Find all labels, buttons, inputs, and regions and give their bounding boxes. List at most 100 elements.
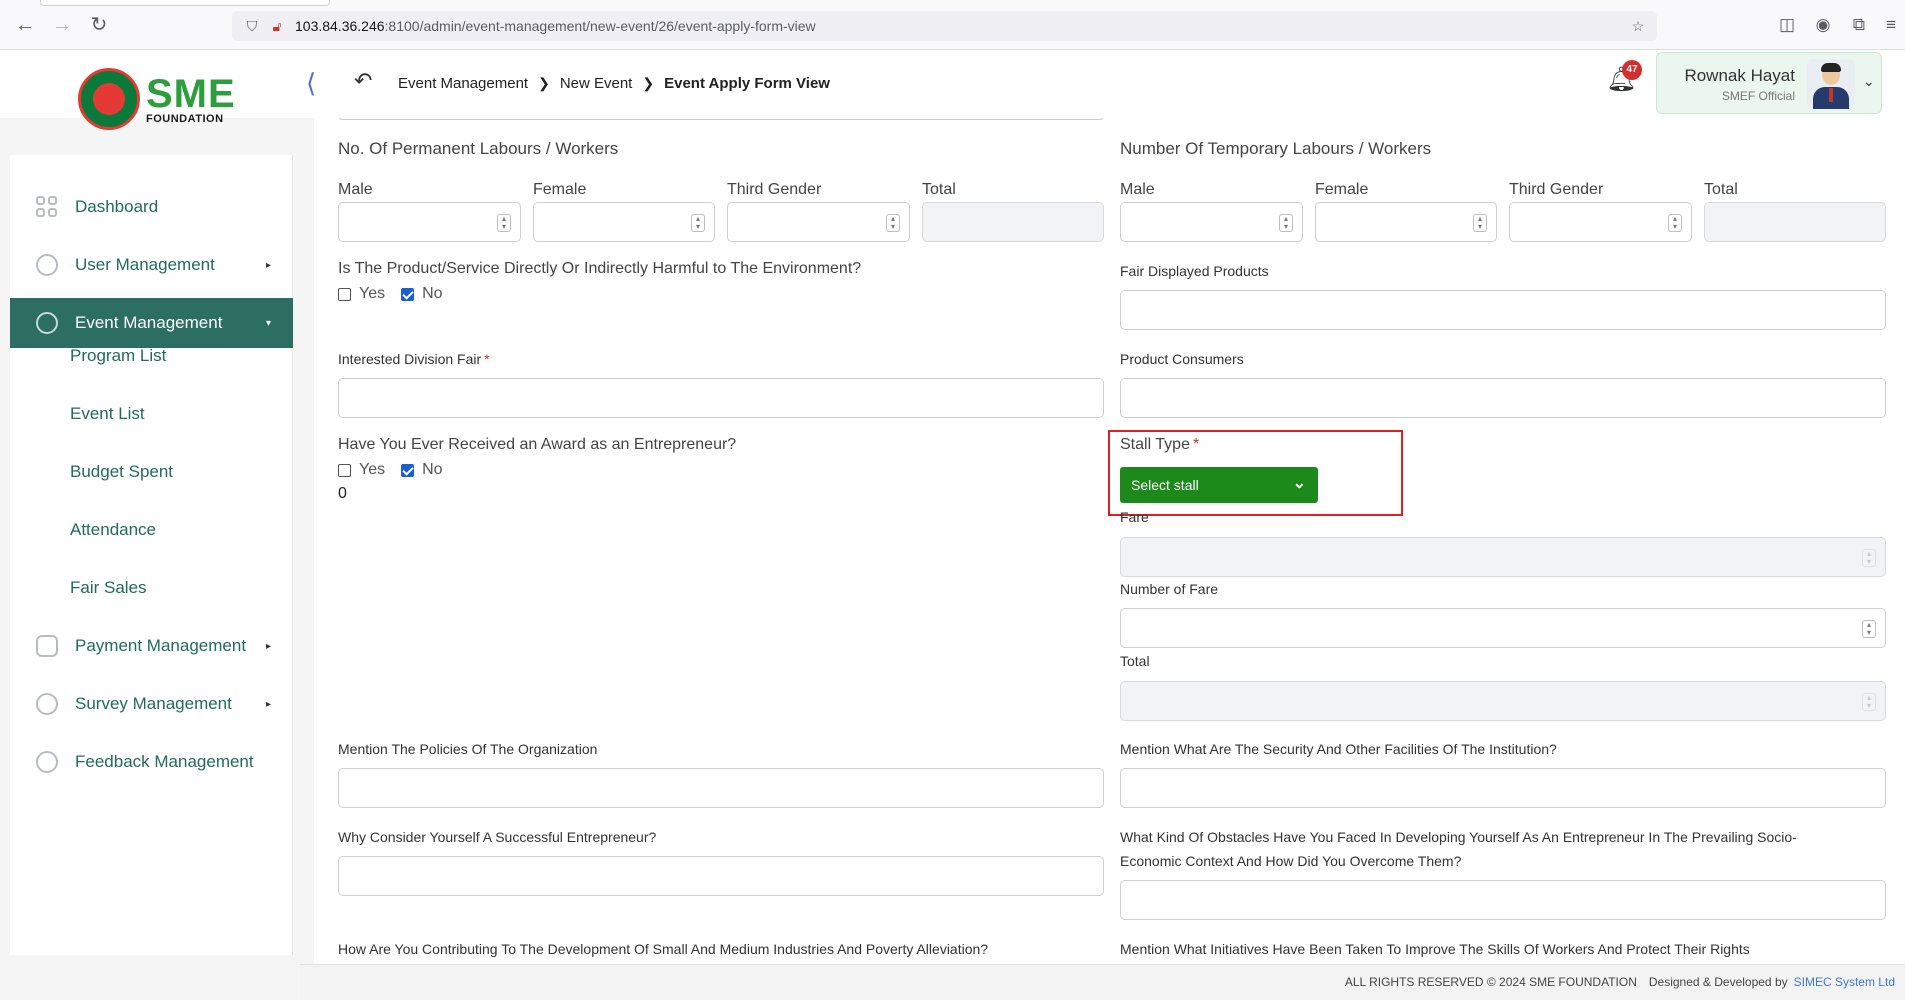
forward-arrow-icon[interactable]: → xyxy=(51,14,73,36)
number-spinner-icon[interactable]: ▴ ▾ xyxy=(1279,214,1293,232)
event-lock-icon xyxy=(36,312,58,334)
menu-icon[interactable]: ≡ xyxy=(1880,14,1902,36)
perm-female-label: Female xyxy=(533,181,587,198)
fair-displayed-products-label: Fair Displayed Products xyxy=(1120,263,1269,279)
chevron-down-icon[interactable]: ⌄ xyxy=(1863,73,1875,90)
sidebar-item-dashboard[interactable]: Dashboard xyxy=(10,182,293,232)
harmful-options: Yes No xyxy=(338,285,459,303)
pie-chart-icon xyxy=(36,693,58,715)
sidebar-subitem-attendance[interactable]: Attendance xyxy=(70,520,156,540)
policies-input[interactable] xyxy=(338,768,1104,808)
back-arrow-icon[interactable]: ← xyxy=(14,14,36,36)
chevron-right-icon: ❯ xyxy=(538,75,550,91)
harmful-yes-checkbox[interactable] xyxy=(338,287,351,301)
number-spinner-icon[interactable]: ▴ ▾ xyxy=(691,214,705,232)
harmful-no-checkbox[interactable] xyxy=(401,287,415,301)
sme-logo[interactable]: SME xyxy=(146,72,236,116)
interested-division-fair-input[interactable] xyxy=(338,378,1104,418)
breadcrumb-new-event[interactable]: New Event xyxy=(560,75,633,92)
permanent-labour-title: No. Of Permanent Labours / Workers xyxy=(338,139,619,158)
temp-male-input[interactable]: ▴ ▾ xyxy=(1120,202,1303,242)
sidebar-subitem-program-list[interactable]: Program List xyxy=(70,346,166,366)
sidebar-subitem-event-list[interactable]: Event List xyxy=(70,404,145,424)
obstacles-label-line1: What Kind Of Obstacles Have You Faced In… xyxy=(1120,829,1797,845)
user-name: Rownak Hayat xyxy=(1684,66,1795,85)
sidebar-item-survey-management[interactable]: Survey Management ▸ xyxy=(10,679,293,729)
breadcrumb-event-management[interactable]: Event Management xyxy=(398,75,528,92)
collapse-sidebar-icon[interactable]: ⟨ xyxy=(306,68,316,98)
feedback-icon xyxy=(36,751,58,773)
previous-field-input[interactable] xyxy=(338,118,1104,120)
product-consumers-input[interactable] xyxy=(1120,378,1886,418)
caret-right-icon: ▸ xyxy=(266,640,272,652)
fare-label: Fare xyxy=(1120,509,1149,525)
number-spinner-icon: ▴ ▾ xyxy=(1862,693,1876,711)
footer: ALL RIGHTS RESERVED © 2024 SME FOUNDATIO… xyxy=(300,964,1905,1000)
notification-badge: 47 xyxy=(1622,60,1642,80)
contributing-label: How Are You Contributing To The Developm… xyxy=(338,941,989,957)
perm-third-gender-input[interactable]: ▴ ▾ xyxy=(727,202,910,242)
total-label: Total xyxy=(1120,653,1150,669)
yes-label: Yes xyxy=(359,285,386,302)
perm-female-input[interactable]: ▴ ▾ xyxy=(533,202,715,242)
successful-input[interactable] xyxy=(338,856,1104,896)
temp-male-label: Male xyxy=(1120,181,1155,198)
user-profile-menu[interactable]: Rownak Hayat SMEF Official ⌄ xyxy=(1656,52,1882,114)
shield-icon[interactable]: ⛉ xyxy=(243,17,261,35)
footer-company-link[interactable]: SIMEC System Ltd xyxy=(1794,975,1895,989)
harmful-question-label: Is The Product/Service Directly Or Indir… xyxy=(338,260,862,277)
sidebar-item-label: Survey Management xyxy=(75,694,232,713)
user-role: SMEF Official xyxy=(1721,89,1795,103)
award-question-label: Have You Ever Received an Award as an En… xyxy=(338,436,737,453)
browser-tab[interactable] xyxy=(40,0,330,6)
sidebar-item-user-management[interactable]: User Management ▸ xyxy=(10,240,293,290)
number-spinner-icon[interactable]: ▴ ▾ xyxy=(886,214,900,232)
sidebar-item-event-management[interactable]: Event Management ▾ xyxy=(10,298,293,348)
sidebar-item-label: Feedback Management xyxy=(75,752,254,771)
avatar xyxy=(1807,59,1855,109)
obstacles-label-line2: Economic Context And How Did You Overcom… xyxy=(1120,853,1462,869)
pocket-icon[interactable]: ◫ xyxy=(1776,14,1798,36)
address-bar[interactable]: ⛉ 🔓︎ 103.84.36.246:8100/admin/event-mana… xyxy=(232,11,1657,41)
number-spinner-icon[interactable]: ▴ ▾ xyxy=(1473,214,1487,232)
number-spinner-icon: ▴ ▾ xyxy=(1862,549,1876,567)
perm-male-input[interactable]: ▴ ▾ xyxy=(338,202,521,242)
sidebar-subitem-budget-spent[interactable]: Budget Spent xyxy=(70,462,173,482)
reload-icon[interactable]: ↻ xyxy=(88,14,110,36)
footer-text: ALL RIGHTS RESERVED © 2024 SME FOUNDATIO… xyxy=(1345,975,1895,989)
insecure-lock-icon[interactable]: 🔓︎ xyxy=(268,17,286,35)
no-label: No xyxy=(422,285,443,302)
sidebar-item-label: User Management xyxy=(75,255,215,274)
number-spinner-icon[interactable]: ▴ ▾ xyxy=(1668,214,1682,232)
sidebar-item-label: Payment Management xyxy=(75,636,247,655)
bookmark-star-icon[interactable]: ☆ xyxy=(1629,17,1647,35)
dashboard-icon xyxy=(36,196,58,218)
award-yes-checkbox[interactable] xyxy=(338,463,351,477)
extensions-icon[interactable]: ⧉ xyxy=(1848,14,1870,36)
initiatives-label: Mention What Initiatives Have Been Taken… xyxy=(1120,941,1750,957)
award-no-checkbox[interactable] xyxy=(401,463,415,477)
temp-female-label: Female xyxy=(1315,181,1369,198)
payment-icon xyxy=(36,635,58,657)
temp-female-input[interactable]: ▴ ▾ xyxy=(1315,202,1497,242)
sidebar-item-feedback-management[interactable]: Feedback Management xyxy=(10,737,293,787)
sidebar-item-payment-management[interactable]: Payment Management ▸ xyxy=(10,621,293,671)
fair-displayed-products-input[interactable] xyxy=(1120,290,1886,330)
product-consumers-label: Product Consumers xyxy=(1120,351,1244,367)
number-spinner-icon[interactable]: ▴ ▾ xyxy=(1862,620,1876,638)
security-input[interactable] xyxy=(1120,768,1886,808)
browser-toolbar: ← → ↻ ⛉ 🔓︎ 103.84.36.246:8100/admin/even… xyxy=(0,0,1905,50)
sidebar-subitem-fair-sales[interactable]: Fair Sales xyxy=(70,578,147,598)
undo-back-icon[interactable]: ↶ xyxy=(354,69,372,93)
obstacles-input[interactable] xyxy=(1120,880,1886,920)
bangladesh-seal-logo xyxy=(78,68,140,130)
number-of-fare-input[interactable]: ▴ ▾ xyxy=(1120,608,1886,648)
sidebar-item-label: Event Management xyxy=(75,313,223,332)
perm-total-label: Total xyxy=(922,181,956,198)
yes-label: Yes xyxy=(359,461,386,478)
url-text[interactable]: 103.84.36.246:8100/admin/event-managemen… xyxy=(295,18,816,34)
temp-third-gender-input[interactable]: ▴ ▾ xyxy=(1509,202,1692,242)
security-label: Mention What Are The Security And Other … xyxy=(1120,741,1557,757)
account-icon[interactable]: ◉ xyxy=(1812,14,1834,36)
number-spinner-icon[interactable]: ▴ ▾ xyxy=(497,214,511,232)
